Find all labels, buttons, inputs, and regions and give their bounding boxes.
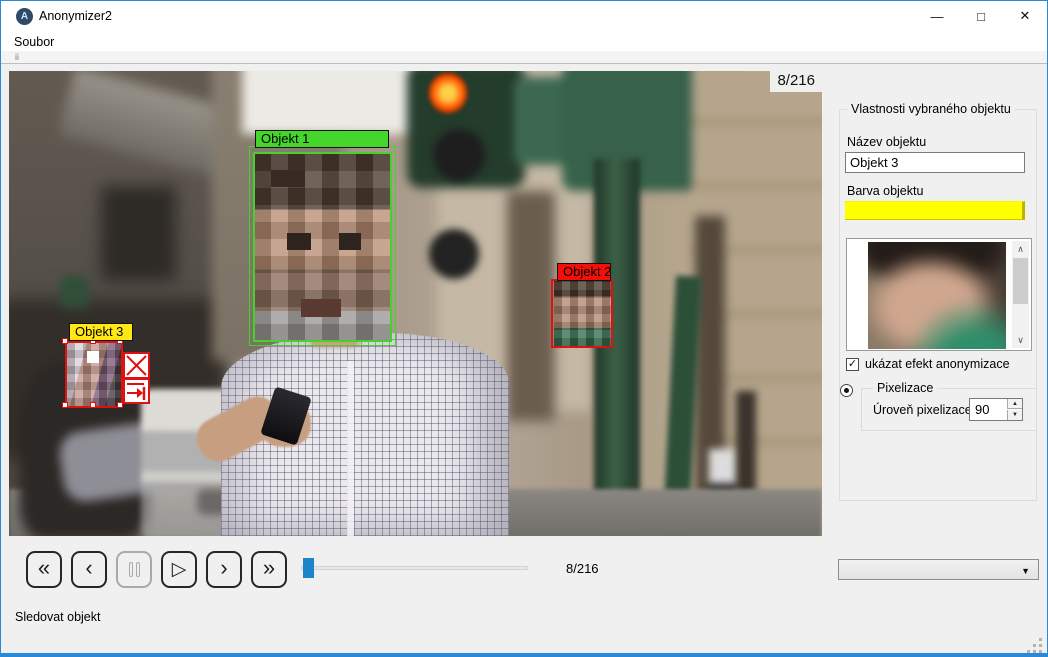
pixel-level-spinner[interactable]: 90 ▲ ▼ — [969, 398, 1023, 421]
spin-up-icon[interactable]: ▲ — [1007, 399, 1022, 409]
timeline-slider[interactable] — [301, 566, 528, 570]
object1-inner-box[interactable] — [253, 152, 392, 342]
timeline-position: 8/216 — [566, 561, 599, 576]
object-select-combobox[interactable]: ▼ — [838, 559, 1039, 580]
toolbar-strip — [1, 51, 1047, 64]
app-window: A Anonymizer2 — □ ✕ Soubor — [0, 0, 1048, 657]
title-bar: A Anonymizer2 — □ ✕ — [1, 1, 1047, 31]
skip-end-button[interactable]: » — [251, 551, 287, 588]
play-icon: ▷ — [172, 560, 187, 579]
delete-x-icon — [125, 354, 148, 377]
track-arrow-icon — [125, 380, 148, 402]
object3-box[interactable] — [65, 341, 123, 408]
scene-green-sign — [61, 276, 89, 308]
app-icon: A — [16, 8, 33, 25]
preview-scrollbar[interactable]: ∧ ∨ — [1012, 241, 1029, 348]
track-object-label: Sledovat objekt — [15, 610, 100, 624]
pixelization-group-title: Pixelizace — [873, 381, 937, 395]
chevron-down-icon: ▼ — [1021, 566, 1030, 576]
frame-counter-overlay: 8/216 — [770, 71, 822, 92]
traffic-light-red-lamp — [429, 73, 467, 113]
object1-label[interactable]: Objekt 1 — [255, 130, 389, 148]
object2-label[interactable]: Objekt 2 — [557, 263, 611, 281]
scene-dark-bollard — [736, 391, 756, 496]
pixel-level-value: 90 — [975, 402, 989, 417]
object3-handle-bm[interactable] — [90, 402, 96, 408]
scroll-down-icon[interactable]: ∨ — [1012, 332, 1029, 348]
toolbar-grip — [15, 56, 19, 60]
traffic-light-dark-lamp — [433, 129, 485, 181]
menu-bar: Soubor — [1, 31, 1047, 51]
minimize-button[interactable]: — — [915, 1, 959, 31]
show-effect-checkbox[interactable]: ✓ — [846, 358, 859, 371]
spin-down-icon[interactable]: ▼ — [1007, 410, 1022, 420]
pause-button[interactable] — [116, 551, 152, 588]
object3-label[interactable]: Objekt 3 — [69, 323, 133, 341]
pixelization-radio[interactable] — [840, 384, 853, 397]
pixelization-radio-dot — [844, 388, 849, 393]
menu-item-soubor[interactable]: Soubor — [10, 34, 58, 50]
step-forward-button[interactable]: › — [206, 551, 242, 588]
preview-image — [868, 242, 1006, 349]
step-back-button[interactable]: ‹ — [71, 551, 107, 588]
delete-object-button[interactable] — [123, 352, 150, 379]
maximize-button[interactable]: □ — [959, 1, 1003, 31]
traffic-light-dark-lamp-2 — [429, 229, 479, 279]
show-effect-label: ukázat efekt anonymizace — [865, 357, 1010, 371]
scroll-up-icon[interactable]: ∧ — [1012, 241, 1029, 257]
object2-box[interactable] — [551, 279, 613, 348]
object-name-input[interactable] — [845, 152, 1025, 173]
scene-man-placket — [347, 361, 354, 536]
close-button[interactable]: ✕ — [1003, 1, 1047, 31]
skip-end-icon: » — [263, 557, 275, 579]
scene-window-dark — [101, 186, 176, 281]
skip-start-icon: « — [38, 557, 50, 579]
track-object-button[interactable] — [123, 378, 150, 404]
window-title: Anonymizer2 — [39, 9, 112, 23]
object-color-label: Barva objektu — [847, 184, 923, 198]
pause-icon — [129, 562, 133, 577]
object3-handle-tl[interactable] — [62, 338, 68, 344]
scene-mid-door — [507, 191, 555, 421]
object-color-swatch[interactable] — [845, 201, 1025, 220]
preview-blurred-face — [868, 242, 1006, 349]
object3-handle-bl[interactable] — [62, 402, 68, 408]
properties-group-title: Vlastnosti vybraného objektu — [847, 102, 1015, 116]
timeline-slider-handle[interactable] — [303, 558, 314, 578]
pixel-level-label: Úroveň pixelizace: — [873, 403, 975, 417]
resize-grip[interactable] — [1027, 638, 1042, 653]
step-forward-icon: › — [220, 557, 227, 579]
play-button[interactable]: ▷ — [161, 551, 197, 588]
scrollbar-thumb[interactable] — [1013, 258, 1028, 304]
object-name-label: Název objektu — [847, 135, 926, 149]
window-bottom-border — [1, 653, 1047, 656]
preview-frame: ∧ ∨ — [846, 238, 1032, 351]
step-back-icon: ‹ — [85, 557, 92, 579]
skip-start-button[interactable]: « — [26, 551, 62, 588]
video-canvas[interactable]: Objekt 1 Objekt 2 Objekt 3 8/216 — [9, 71, 822, 536]
